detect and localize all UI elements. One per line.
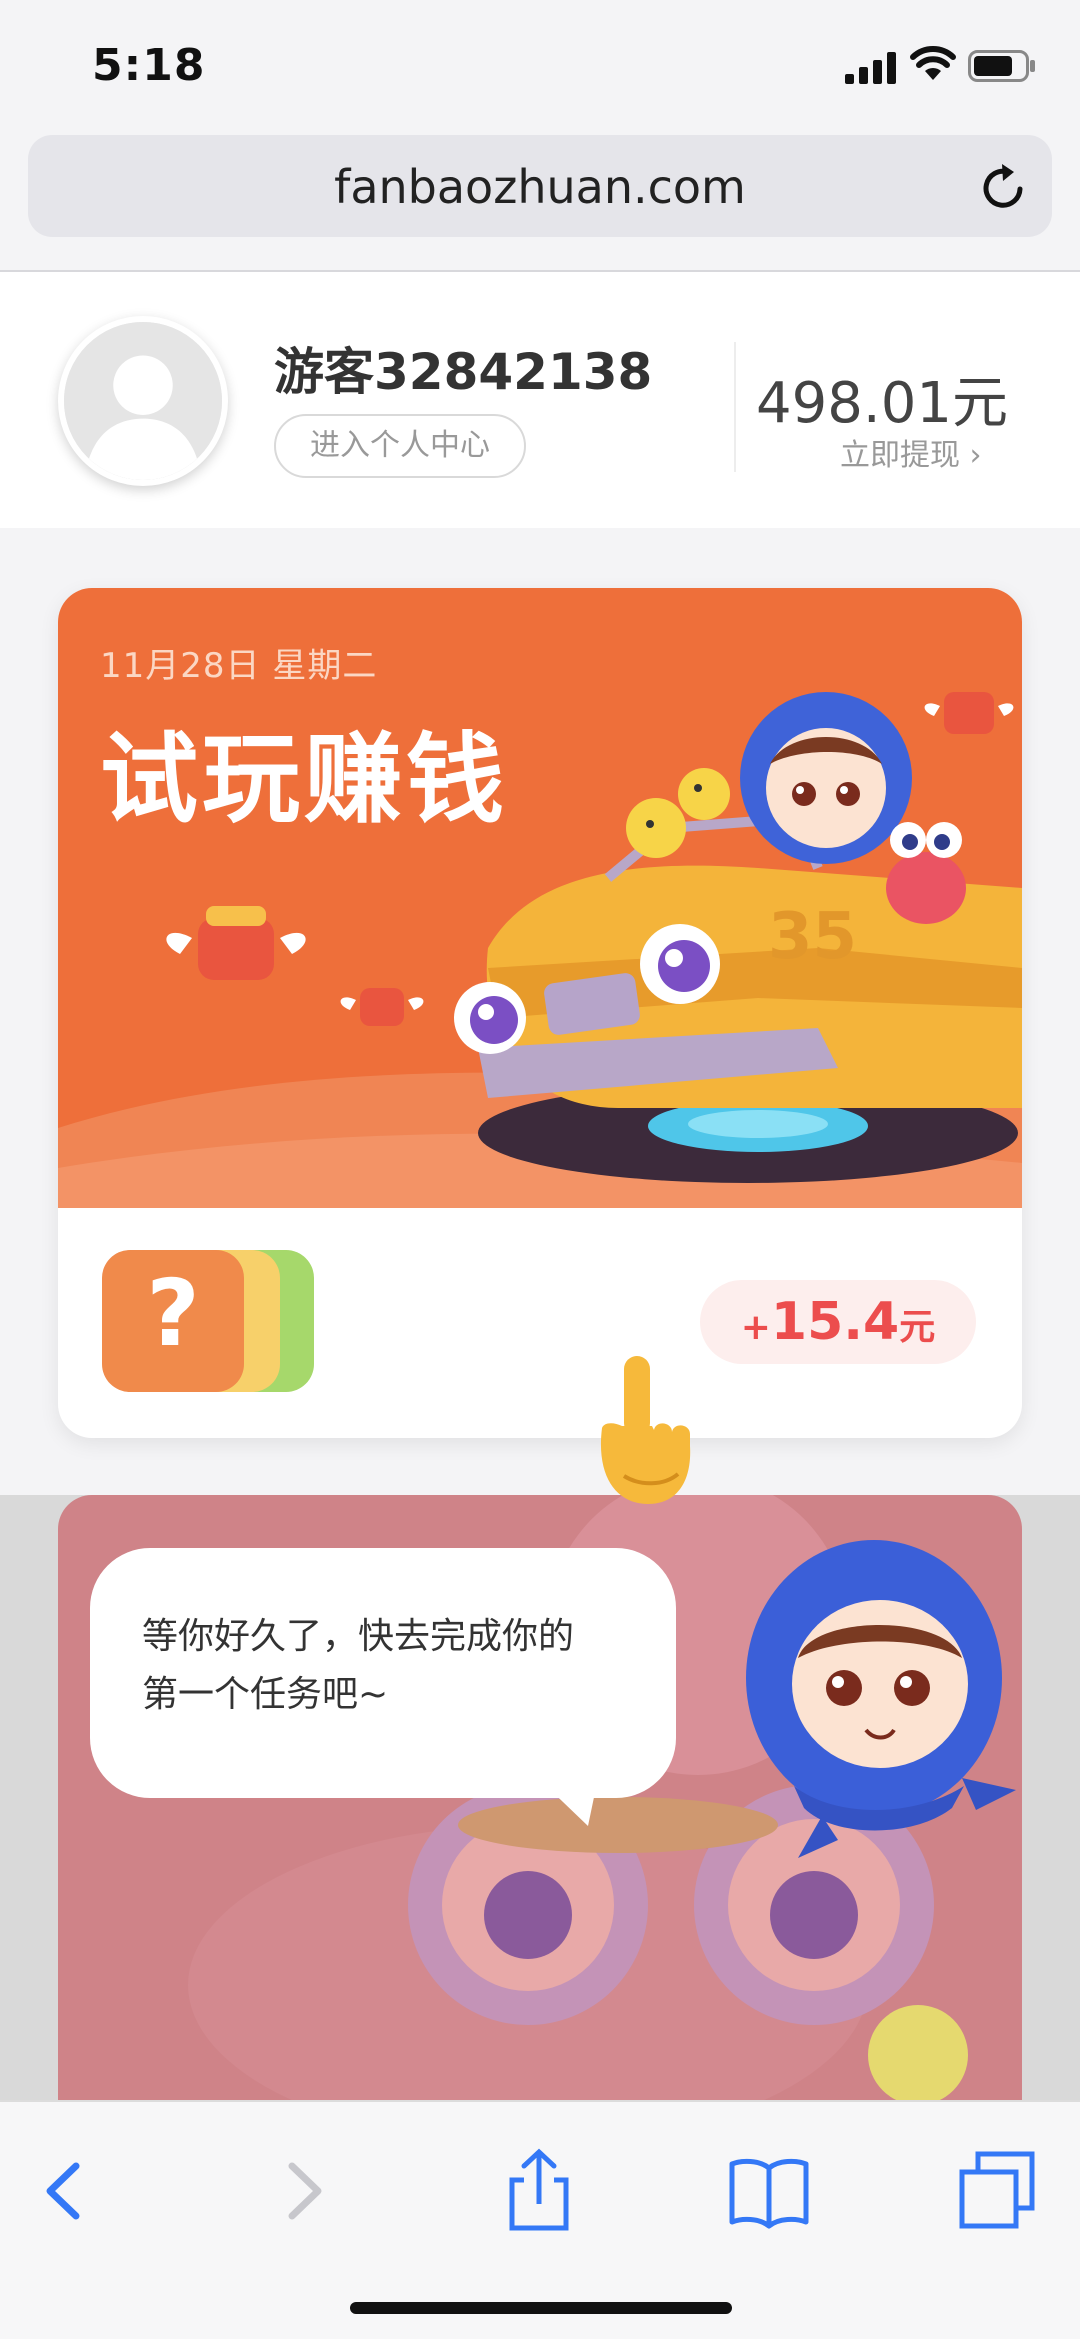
reward-unit: 元: [899, 1307, 936, 1348]
tooltip-text: 等你好久了，快去完成你的 第一个任务吧~: [142, 1608, 642, 1724]
balance-amount: 498.01元: [756, 371, 1008, 436]
tooltip-line-2: 第一个任务吧~: [142, 1674, 389, 1715]
reload-icon[interactable]: [978, 161, 1030, 213]
question-mark-icon: ?: [146, 1260, 200, 1367]
pointing-hand-icon: [600, 1356, 691, 1504]
mystery-app-icon: ?: [102, 1250, 244, 1392]
bookmarks-icon[interactable]: [724, 2146, 814, 2236]
forward-icon[interactable]: [258, 2146, 348, 2236]
profile-header: 游客32842138 进入个人中心 498.01元 立即提现 ›: [0, 272, 1080, 528]
home-indicator: [350, 2302, 732, 2314]
battery-icon: [968, 50, 1035, 82]
tabs-icon[interactable]: [952, 2146, 1042, 2236]
tooltip-tail: [538, 1778, 598, 1826]
app-icon-stack: ?: [102, 1250, 332, 1400]
signal-icon: [845, 52, 896, 84]
avatar[interactable]: [58, 316, 228, 486]
share-icon[interactable]: [494, 2146, 584, 2236]
default-avatar-icon: [64, 322, 222, 480]
task-date: 11月28日 星期二: [100, 646, 378, 686]
url-text: fanbaozhuan.com: [334, 160, 746, 214]
status-time: 5:18: [92, 40, 206, 91]
wifi-icon: [910, 46, 956, 80]
tooltip-line-1: 等你好久了，快去完成你的: [142, 1616, 575, 1657]
mascot-icon: [746, 1540, 1016, 1858]
status-bar: 5:18: [0, 0, 1080, 130]
withdraw-link[interactable]: 立即提现 ›: [840, 430, 982, 474]
task-banner: 35 11月28日 星期二 试玩赚钱: [58, 588, 1022, 1208]
reward-amount: 15.4: [770, 1292, 900, 1352]
personal-center-button[interactable]: 进入个人中心: [274, 414, 526, 478]
username: 游客32842138: [274, 343, 653, 401]
svg-text:35: 35: [768, 900, 857, 974]
address-bar[interactable]: fanbaozhuan.com: [28, 135, 1052, 237]
task-title: 试玩赚钱: [100, 723, 509, 837]
reward-sign: +: [740, 1307, 771, 1348]
reward-badge: +15.4元: [700, 1280, 976, 1364]
task-card[interactable]: 35 11月28日 星期二 试玩赚钱 ? +15.4元: [58, 588, 1022, 1438]
back-icon[interactable]: [20, 2146, 110, 2236]
tooltip-bubble: 等你好久了，快去完成你的 第一个任务吧~: [90, 1548, 676, 1798]
profile-divider: [734, 342, 736, 472]
